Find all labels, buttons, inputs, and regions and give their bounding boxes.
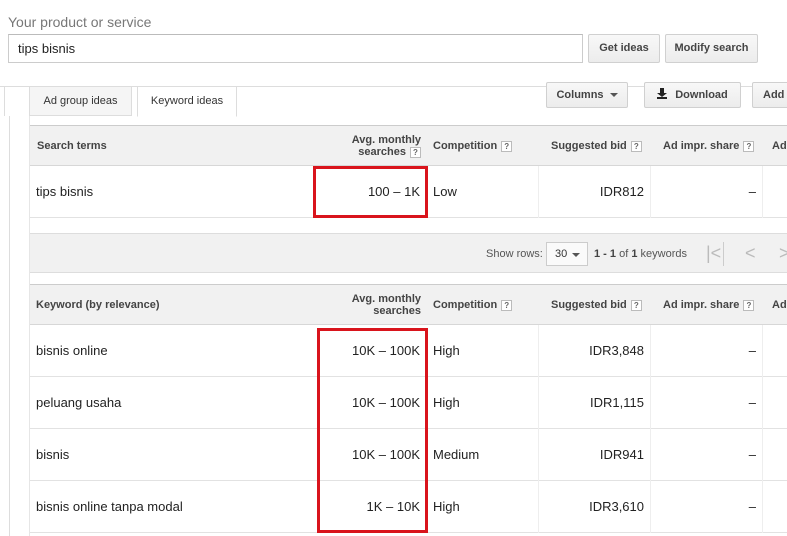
prev-page-icon[interactable]: < — [745, 244, 756, 262]
col-competition-label: Competition — [433, 140, 498, 152]
chevron-down-icon — [572, 253, 580, 257]
pager-of: of — [619, 248, 629, 260]
impr-cell: – — [748, 499, 756, 514]
add-button[interactable]: Add — [752, 82, 787, 108]
col-add-truncated[interactable]: Ad — [772, 140, 787, 152]
columns-label: Columns — [556, 89, 604, 101]
col-suggested-bid[interactable]: Suggested bid? — [551, 299, 642, 311]
pager-total: 1 — [631, 248, 638, 260]
bid-cell: IDR3,848 — [589, 343, 644, 358]
show-rows-label: Show rows: — [486, 248, 543, 260]
col-avg-line2: searches — [373, 305, 421, 317]
pager-count: 1 - 1 of 1 keywords — [594, 248, 687, 260]
download-label: Download — [675, 89, 728, 101]
next-page-icon[interactable]: > — [779, 244, 787, 262]
tab-keyword-ideas[interactable]: Keyword ideas — [137, 87, 237, 117]
col-impr-label: Ad impr. share — [663, 140, 740, 152]
keyword-cell: tips bisnis — [36, 184, 94, 199]
highlight-box-search-terms — [313, 166, 428, 218]
col-suggested-bid[interactable]: Suggested bid? — [551, 140, 642, 152]
get-ideas-button[interactable]: Get ideas — [588, 34, 660, 63]
col-ad-impr-share[interactable]: Ad impr. share? — [663, 140, 755, 152]
competition-cell: Low — [433, 184, 457, 199]
chevron-down-icon — [609, 93, 618, 98]
col-avg-monthly[interactable]: Avg. monthly searches — [348, 293, 421, 317]
pager-divider — [723, 242, 724, 266]
competition-cell: Medium — [433, 447, 480, 462]
content-border — [9, 116, 10, 536]
col-avg-line2: searches — [358, 146, 406, 158]
col-avg-line1: Avg. monthly — [351, 134, 421, 146]
help-icon[interactable]: ? — [743, 300, 755, 311]
keyword-cell: bisnis — [36, 447, 70, 462]
keyword-cell: bisnis online — [36, 343, 108, 358]
download-button[interactable]: Download — [644, 82, 741, 108]
competition-cell: High — [433, 499, 460, 514]
col-competition-label: Competition — [433, 299, 498, 311]
help-icon[interactable]: ? — [501, 300, 513, 311]
keyword-ideas-header: Keyword (by relevance) Avg. monthly sear… — [30, 284, 787, 325]
pager-range: 1 - 1 — [594, 248, 617, 260]
rows-select-value: 30 — [555, 248, 568, 260]
col-bid-label: Suggested bid — [551, 140, 627, 152]
col-avg-monthly[interactable]: Avg. monthly searches? — [348, 134, 421, 158]
col-bid-label: Suggested bid — [551, 299, 627, 311]
first-page-icon[interactable]: |< — [706, 244, 721, 262]
col-competition[interactable]: Competition? — [433, 299, 513, 311]
impr-cell: – — [748, 395, 756, 410]
product-label: Your product or service — [8, 14, 152, 30]
help-icon[interactable]: ? — [630, 141, 642, 152]
col-search-terms[interactable]: Search terms — [37, 140, 107, 152]
highlight-box-keyword-ideas — [317, 328, 428, 533]
col-competition[interactable]: Competition? — [433, 140, 513, 152]
col-avg-line1: Avg. monthly — [351, 293, 421, 305]
help-icon[interactable]: ? — [501, 141, 513, 152]
tab-ad-group-ideas[interactable]: Ad group ideas — [29, 87, 132, 116]
col-impr-label: Ad impr. share — [663, 299, 740, 311]
bid-cell: IDR812 — [599, 184, 644, 199]
impr-cell: – — [748, 343, 756, 358]
help-icon[interactable]: ? — [410, 147, 421, 158]
download-icon — [657, 88, 668, 99]
pager: Show rows: 30 1 - 1 of 1 keywords |< < > — [30, 233, 787, 273]
bid-cell: IDR941 — [599, 447, 644, 462]
keyword-cell: bisnis online tanpa modal — [36, 499, 183, 514]
search-terms-header: Search terms Avg. monthly searches? Comp… — [30, 125, 787, 166]
impr-cell: – — [748, 447, 756, 462]
search-input[interactable]: tips bisnis — [8, 34, 583, 63]
left-rail — [0, 86, 5, 116]
pager-unit: keywords — [640, 248, 687, 260]
bid-cell: IDR3,610 — [589, 499, 644, 514]
col-add-truncated[interactable]: Ad — [772, 299, 787, 311]
competition-cell: High — [433, 395, 460, 410]
modify-search-button[interactable]: Modify search — [665, 34, 758, 63]
keyword-cell: peluang usaha — [36, 395, 122, 410]
columns-button[interactable]: Columns — [546, 82, 628, 108]
col-ad-impr-share[interactable]: Ad impr. share? — [663, 299, 755, 311]
col-keyword-relevance[interactable]: Keyword (by relevance) — [36, 299, 160, 311]
competition-cell: High — [433, 343, 460, 358]
rows-select[interactable]: 30 — [546, 242, 588, 266]
bid-cell: IDR1,115 — [590, 395, 644, 410]
help-icon[interactable]: ? — [743, 141, 755, 152]
help-icon[interactable]: ? — [630, 300, 642, 311]
impr-cell: – — [748, 184, 756, 199]
